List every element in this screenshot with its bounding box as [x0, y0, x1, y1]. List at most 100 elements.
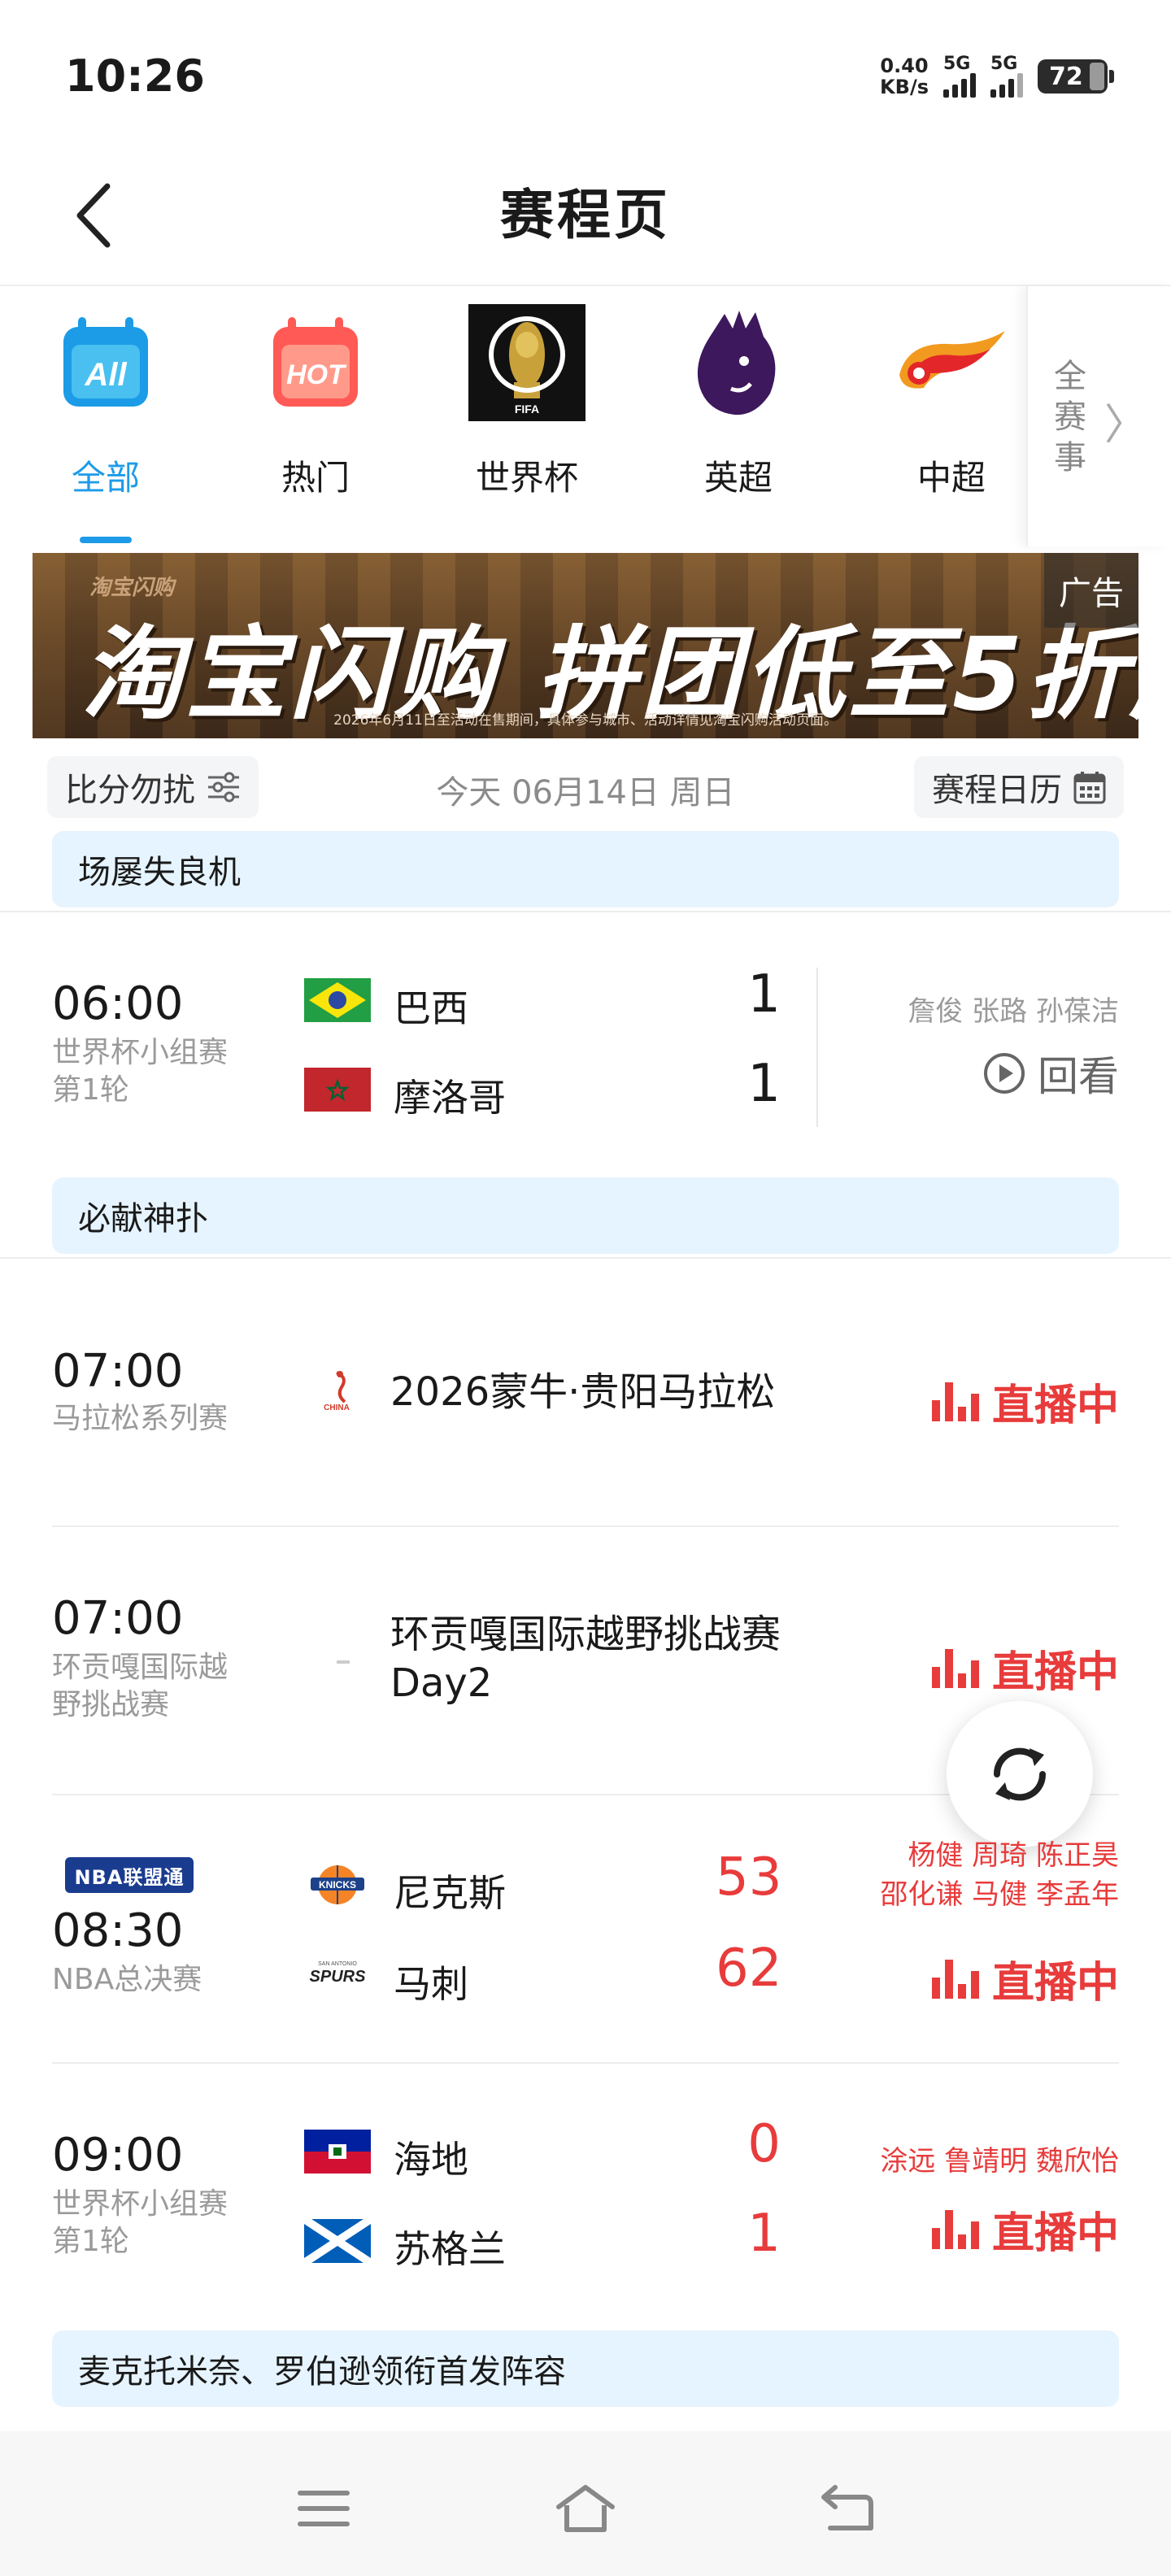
match-row[interactable]: 07:00 马拉松系列赛 CHINA 2026蒙牛·贵阳马拉松 直播中 — [0, 1257, 1171, 1525]
home-score: 1 — [747, 964, 781, 1025]
nba-league-pass-badge: NBA联盟通 — [65, 1857, 194, 1893]
brazil-flag-icon — [304, 978, 371, 1022]
match-time: 07:00 — [52, 1592, 184, 1645]
match-time: 06:00 — [52, 977, 184, 1030]
away-score: 62 — [716, 1939, 782, 1999]
active-tab-indicator — [80, 537, 132, 543]
away-team: SPURS SAN ANTONIO 马刺 — [304, 1952, 468, 2006]
live-bars-icon — [931, 1648, 979, 1688]
svg-text:All: All — [84, 357, 127, 393]
team-name: 巴西 — [394, 986, 468, 1030]
home-icon — [556, 2485, 615, 2532]
signal-icon-2: 5G — [990, 55, 1023, 98]
home-team: KNICKS 尼克斯 — [304, 1860, 506, 1915]
svg-text:HOT: HOT — [286, 359, 347, 390]
away-score: 1 — [747, 2204, 781, 2264]
home-score: 0 — [747, 2114, 781, 2174]
live-button[interactable]: 直播中 — [931, 1638, 1119, 1699]
system-nav-bar — [0, 2431, 1171, 2576]
tab-label: 中超 — [916, 458, 986, 498]
live-bars-icon — [931, 2209, 979, 2249]
hot-calendar-icon: HOT — [255, 302, 376, 423]
play-circle-icon — [984, 1053, 1025, 1094]
svg-text:SPURS: SPURS — [310, 1968, 367, 1986]
team-name: 尼克斯 — [394, 1871, 506, 1915]
scotland-flag-icon — [304, 2219, 371, 2263]
match-stage: 世界杯小组赛 第1轮 — [52, 2187, 229, 2258]
morocco-flag-icon — [304, 1068, 371, 1112]
ad-badge: 广告 — [1044, 553, 1138, 628]
match-row[interactable]: NBA联盟通 08:30 NBA总决赛 KNICKS 尼克斯 53 SPURS S… — [0, 1795, 1171, 2062]
battery-icon: 72 — [1038, 59, 1114, 94]
match-row[interactable]: 09:00 世界杯小组赛 第1轮 海地 0 苏格兰 1 涂远 鲁靖明 魏欣怡 直… — [0, 2064, 1171, 2324]
svg-text:KNICKS: KNICKS — [319, 1879, 356, 1891]
match-row[interactable]: 06:00 世界杯小组赛 第1轮 巴西 1 摩洛哥 1 詹俊 张路 孙葆洁 回看 — [0, 911, 1171, 1155]
svg-text:CHINA: CHINA — [324, 1403, 350, 1412]
away-score: 1 — [747, 1054, 781, 1114]
all-events-label: 全赛事 — [1054, 358, 1086, 476]
tab-label: 世界杯 — [475, 458, 578, 498]
tab-all[interactable]: All 全部 — [0, 286, 211, 546]
live-button[interactable]: 直播中 — [931, 2199, 1119, 2260]
match-stage: 环贡嘎国际越 野挑战赛 — [52, 1651, 229, 1721]
replay-button[interactable]: 回看 — [982, 1044, 1119, 1103]
signal-icon: 5G — [943, 55, 976, 98]
home-score: 53 — [716, 1847, 782, 1908]
commentators: 杨健 周琦 陈正昊 邵化谦 马健 李孟年 — [880, 1839, 1119, 1911]
page-title: 赛程页 — [500, 184, 671, 246]
match-stage: 马拉松系列赛 — [52, 1402, 229, 1435]
china-athletics-logo: CHINA — [312, 1369, 361, 1415]
menu-icon — [298, 2491, 350, 2526]
back-nav-button[interactable] — [815, 2480, 880, 2537]
away-team: 苏格兰 — [304, 2217, 506, 2271]
event-title: 2026蒙牛·贵阳马拉松 — [390, 1369, 776, 1415]
live-button[interactable]: 直播中 — [931, 1371, 1119, 1432]
knicks-logo: KNICKS — [304, 1863, 371, 1907]
tab-world-cup[interactable]: FIFA 世界杯 — [421, 286, 633, 546]
team-name: 马刺 — [394, 1962, 468, 2006]
tab-premier-league[interactable]: 英超 — [633, 286, 844, 546]
premier-league-lion-logo — [678, 302, 799, 423]
all-calendar-icon: All — [46, 302, 166, 423]
chevron-right-icon: 〉 — [1104, 401, 1147, 450]
status-icons: 0.40 KB/s 5G 5G 72 — [880, 54, 1114, 98]
menu-button[interactable] — [291, 2480, 356, 2537]
tab-csl[interactable]: 中超 — [846, 286, 1057, 546]
calendar-icon — [1073, 772, 1106, 804]
back-icon — [821, 2485, 873, 2530]
home-team: 海地 — [304, 2127, 468, 2182]
news-ticker[interactable]: 场屡失良机 — [52, 831, 1119, 907]
world-cup-trophy-logo: FIFA — [467, 302, 587, 423]
ad-fine-print: 2026年6月11日至活动在售期间，具体参与城市、活动详情见淘宝闪购活动页面。 — [333, 712, 838, 729]
haiti-flag-icon — [304, 2130, 371, 2174]
match-time: 08:30 — [52, 1904, 184, 1957]
commentators: 涂远 鲁靖明 魏欣怡 — [880, 2145, 1119, 2178]
tab-hot[interactable]: HOT 热门 — [210, 286, 421, 546]
network-speed: 0.40 KB/s — [880, 54, 929, 98]
spurs-logo: SPURS SAN ANTONIO — [304, 1954, 371, 1998]
svg-text:FIFA: FIFA — [515, 402, 539, 416]
news-ticker[interactable]: 麦克托米奈、罗伯逊领衔首发阵容 — [52, 2330, 1119, 2407]
filter-row: 比分勿扰 今天 06月14日 周日 赛程日历 — [0, 748, 1171, 826]
row-separator — [816, 968, 818, 1127]
home-team: 巴西 — [304, 976, 468, 1030]
news-ticker[interactable]: 必献神扑 — [52, 1177, 1119, 1254]
tab-label: 英超 — [703, 458, 773, 498]
tab-label: 全部 — [71, 458, 140, 498]
all-events-button[interactable]: 全赛事 〉 — [1026, 286, 1171, 546]
svg-text:SAN ANTONIO: SAN ANTONIO — [318, 1961, 357, 1967]
live-button[interactable]: 直播中 — [931, 1948, 1119, 2009]
team-name: 苏格兰 — [394, 2227, 506, 2271]
home-button[interactable] — [553, 2480, 618, 2537]
match-time: 07:00 — [52, 1345, 184, 1398]
schedule-calendar-button[interactable]: 赛程日历 — [914, 756, 1124, 818]
live-bars-icon — [931, 1959, 979, 1999]
match-stage: NBA总决赛 — [52, 1963, 202, 1996]
csl-flame-logo — [891, 302, 1012, 423]
event-title: 环贡嘎国际越野挑战赛 Day2 — [390, 1612, 781, 1706]
live-bars-icon — [931, 1382, 979, 1421]
category-tabs: All 全部 HOT 热门 FIFA 世界杯 英超 中超 — [0, 286, 1171, 546]
team-name: 摩洛哥 — [394, 1076, 506, 1120]
ad-banner[interactable]: 淘宝闪购 淘宝闪购 拼团低至5折起 2026年6月11日至活动在售期间，具体参与… — [33, 553, 1138, 738]
event-logo — [337, 1660, 350, 1664]
